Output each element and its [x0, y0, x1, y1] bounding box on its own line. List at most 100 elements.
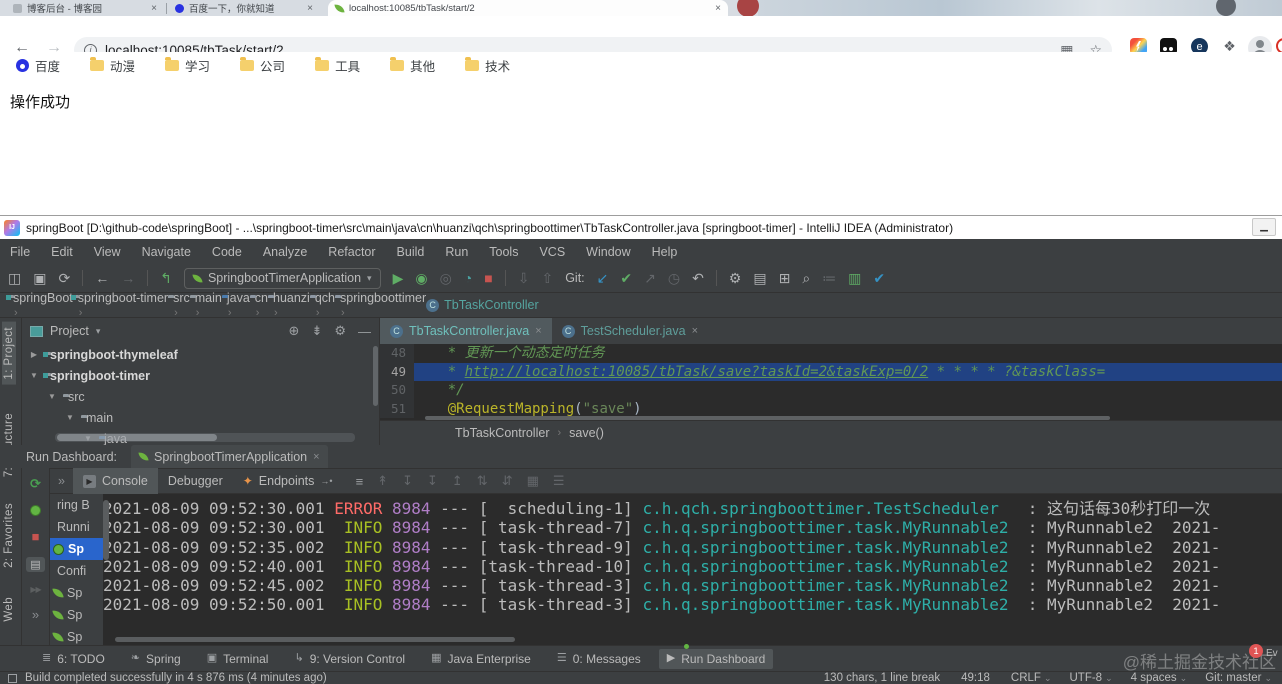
debug-bug-icon[interactable]	[30, 505, 41, 516]
tab-console[interactable]: ▶ Console	[73, 468, 158, 494]
run-dashboard-tree-row[interactable]: Sp	[50, 582, 103, 604]
up-stack-icon[interactable]: ↟	[370, 473, 395, 489]
close-icon[interactable]: ×	[151, 3, 157, 14]
menu-item[interactable]: Build	[397, 245, 425, 259]
up-arrow-icon[interactable]: ↥	[445, 473, 470, 489]
chevron-down-icon[interactable]: ▾	[96, 326, 101, 337]
hide-icon[interactable]: —	[358, 324, 371, 339]
git-update-icon[interactable]: ↙	[597, 271, 609, 285]
breadcrumb-item[interactable]: java	[222, 291, 250, 305]
browser-tab[interactable]: 博客后台 - 博客园 ×	[6, 0, 164, 16]
event-log-label[interactable]: Ev	[1266, 648, 1278, 659]
status-widget[interactable]: 130 chars, 1 line break	[824, 672, 943, 684]
project-panel-title[interactable]: Project	[50, 324, 89, 338]
editor-tab[interactable]: C TbTaskController.java ×	[380, 318, 552, 344]
tree-row[interactable]: ▼ src	[22, 386, 379, 407]
layout-settings-icon[interactable]: ▤	[26, 557, 44, 572]
bookmark-item[interactable]: 技术	[465, 56, 510, 75]
tree-arrow-icon[interactable]: ▼	[46, 392, 58, 401]
open-icon[interactable]: ◫	[8, 271, 21, 285]
rollback-icon[interactable]: ↶	[692, 271, 704, 285]
breadcrumb-item[interactable]: springboot-timer	[73, 291, 168, 305]
thread-dump-icon[interactable]: ⇧	[541, 271, 553, 285]
close-icon[interactable]: ×	[535, 325, 541, 337]
breadcrumb-item[interactable]: src	[168, 291, 190, 305]
menu-item[interactable]: Tools	[489, 245, 518, 259]
close-icon[interactable]: ×	[715, 3, 721, 14]
status-widget[interactable]: UTF-8⌄	[1070, 672, 1113, 684]
tab-endpoints[interactable]: ✦ Endpoints →•	[233, 468, 343, 494]
run-anything-icon[interactable]: ⊞	[779, 271, 791, 285]
sync-icon[interactable]: ⟳	[58, 271, 70, 285]
history-icon[interactable]: ◷	[668, 271, 680, 285]
breadcrumb-item[interactable]: springBoot	[8, 291, 73, 305]
bookmark-item[interactable]: 公司	[240, 56, 285, 75]
bottom-bar-item[interactable]: ↳ 9: Version Control	[286, 649, 413, 669]
filter-lines-icon[interactable]: ☰	[546, 473, 572, 489]
tab-debugger[interactable]: Debugger	[158, 468, 233, 494]
toolwindow-toggle-icon[interactable]	[8, 674, 17, 683]
menu-item[interactable]: Help	[652, 245, 678, 259]
gear-icon[interactable]: ⚙	[334, 323, 346, 339]
bookmark-item[interactable]: 其他	[390, 56, 435, 75]
bookmark-item[interactable]: 学习	[165, 56, 210, 75]
bottom-bar-item[interactable]: ☰ 0: Messages	[549, 649, 649, 669]
profiler-icon[interactable]: ◔	[464, 271, 472, 285]
tree-row[interactable]: ▼ springboot-timer	[22, 365, 379, 386]
tree-arrow-icon[interactable]: ▶	[28, 350, 40, 359]
ide-title-bar[interactable]: IJ springBoot [D:\github-code\springBoot…	[0, 215, 1282, 239]
tree-arrow-icon[interactable]: ▼	[64, 413, 76, 422]
menu-item[interactable]: Edit	[51, 245, 73, 259]
breadcrumb-item[interactable]: huanzi	[268, 291, 310, 305]
run-icon[interactable]: ▶	[393, 271, 404, 285]
event-log-badge[interactable]: 1	[1249, 644, 1263, 658]
debug-icon[interactable]: ◉	[415, 271, 427, 285]
run-dashboard-tree-row[interactable]: Runni	[50, 516, 103, 538]
code-line[interactable]: 49 * http://localhost:10085/tbTask/save?…	[380, 363, 1282, 382]
tree-row[interactable]: ▼ main	[22, 407, 379, 428]
menu-item[interactable]: Run	[445, 245, 468, 259]
soft-wrap-icon[interactable]: ≡	[349, 474, 371, 489]
menu-item[interactable]: Navigate	[142, 245, 191, 259]
scroll-end-icon[interactable]: ↧	[420, 473, 445, 489]
project-vertical-scrollbar[interactable]	[373, 346, 378, 406]
activity-monitor-icon[interactable]: ▥	[848, 271, 861, 285]
status-widget[interactable]: CRLF⌄	[1011, 672, 1052, 684]
bottom-bar-item[interactable]: ▶ Run Dashboard	[659, 649, 774, 669]
wrench-icon[interactable]: ⚙	[729, 271, 742, 285]
code-check-icon[interactable]: ✔	[873, 271, 885, 285]
forward-icon[interactable]: →	[121, 271, 135, 285]
coverage-icon[interactable]: ◎	[440, 271, 452, 285]
expand-icon[interactable]: ⇅	[470, 473, 495, 489]
update-app-icon[interactable]: ⇩	[518, 271, 530, 285]
close-icon[interactable]: ×	[313, 451, 319, 463]
tree-row[interactable]: ▶ springboot-thymeleaf	[22, 344, 379, 365]
jump-to-source-icon[interactable]: ↰	[160, 271, 172, 285]
breadcrumb-item[interactable]: qch	[310, 291, 335, 305]
bookmark-item[interactable]: 百度	[16, 56, 60, 75]
close-icon[interactable]: ×	[692, 325, 698, 337]
menu-item[interactable]: View	[94, 245, 121, 259]
status-widget[interactable]: 4 spaces⌄	[1131, 672, 1188, 684]
tool-window-button-project[interactable]: 1: Project	[2, 322, 16, 385]
tool-window-button-web[interactable]: Web	[2, 592, 16, 627]
run-dashboard-tab[interactable]: SpringbootTimerApplication ×	[131, 445, 328, 468]
search-everywhere-icon[interactable]: ⌕	[802, 271, 810, 285]
project-horizontal-scrollbar[interactable]	[55, 433, 355, 442]
console-output[interactable]: 2021-08-09 09:52:30.001 ERROR 8984 --- […	[103, 494, 1282, 645]
browser-tab[interactable]: 百度一下，你就知道 ×	[168, 0, 320, 16]
bookmark-item[interactable]: 动漫	[90, 56, 135, 75]
save-all-icon[interactable]: ▣	[33, 271, 46, 285]
more-icon[interactable]: »	[32, 607, 39, 622]
breadcrumb-item[interactable]: main	[190, 291, 222, 305]
browser-tab-active[interactable]: localhost:10085/tbTask/start/2 ×	[328, 0, 728, 16]
minimize-button[interactable]: ▁	[1252, 218, 1276, 236]
breadcrumb-item[interactable]: C TbTaskController	[426, 298, 538, 312]
bottom-bar-item[interactable]: ≣ 6: TODO	[34, 649, 113, 669]
run-dashboard-tree-row[interactable]: Sp	[50, 626, 103, 645]
menu-item[interactable]: Analyze	[263, 245, 307, 259]
status-widget[interactable]: 49:18	[961, 672, 993, 684]
code-line[interactable]: 48 * 更新一个动态定时任务	[380, 344, 1282, 363]
run-dashboard-tree-row[interactable]: Confi	[50, 560, 103, 582]
down-arrow-icon[interactable]: ↧	[395, 473, 420, 489]
